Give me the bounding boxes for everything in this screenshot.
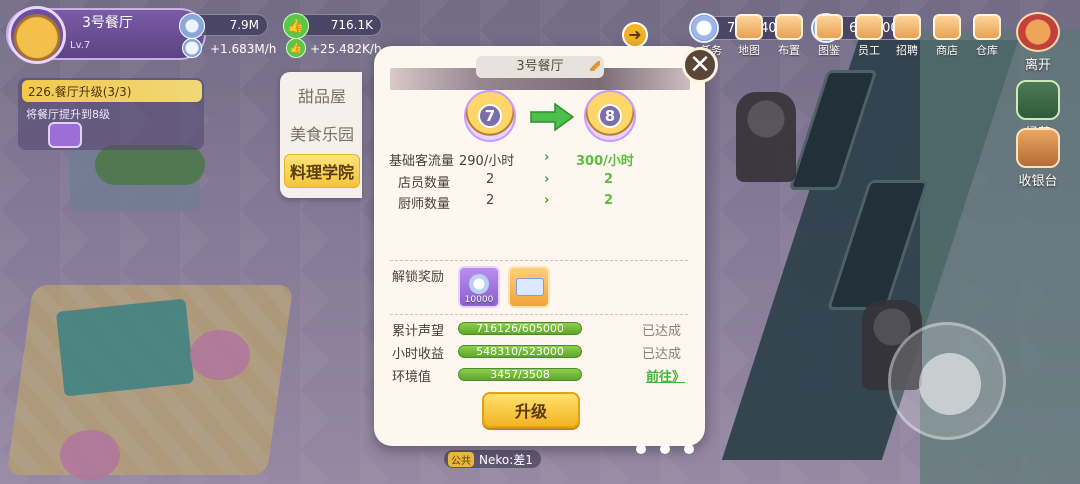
requirement-progress-bar: 548310/523000 — [458, 345, 582, 358]
reward-silver-plate[interactable]: 10000 — [458, 266, 500, 308]
chat-channel-tag: 公共 — [448, 451, 474, 467]
book-icon — [815, 14, 843, 40]
dialog-title: 3号餐厅 — [476, 56, 604, 78]
menu-collection[interactable]: 图鉴 — [812, 14, 846, 58]
close-icon: ✕ — [689, 50, 711, 80]
restaurant-bell-icon[interactable] — [8, 6, 66, 64]
stat-row: 基础客流量 290/小时 › 300/小时 — [388, 150, 634, 169]
cash-register-icon — [1016, 128, 1060, 168]
restaurant-tabs: 甜品屋 美食乐园 料理学院 — [280, 72, 362, 198]
green-arrow-icon — [530, 102, 575, 132]
chat-bar[interactable]: 公共 Neko:差1 — [444, 450, 541, 468]
cashier-button[interactable]: 收银台 — [1010, 128, 1066, 189]
coin-rate: +1.683M/h — [210, 42, 277, 56]
chat-more-icon[interactable] — [636, 444, 694, 454]
map-icon — [735, 14, 763, 40]
reward-label: 解锁奖励 — [392, 270, 445, 285]
chevron-right-icon: › — [544, 172, 550, 187]
recipe-card-icon — [516, 278, 544, 296]
requirement-progress-bar: 3457/3508 — [458, 368, 582, 381]
hand-pointer-icon — [919, 353, 981, 415]
menu-decorate[interactable]: 布置 — [772, 14, 806, 58]
upgrade-dialog: 3号餐厅 7 8 基础客流量 290/小时 › 300/小时 店员数量 2 › … — [374, 46, 705, 446]
divider — [390, 314, 688, 315]
virtual-joystick[interactable] — [888, 322, 1006, 440]
silver-plate-icon — [469, 274, 489, 294]
exit-door-icon — [1016, 12, 1060, 52]
menu-recruit[interactable]: 招聘 — [890, 14, 924, 58]
chat-message: Neko:差1 — [479, 452, 533, 467]
requirement-progress-bar: 716126/605000 — [458, 322, 582, 335]
coin-icon — [179, 13, 205, 39]
thumbs-up-icon: 👍 — [283, 13, 309, 39]
like-rate: +25.482K/h — [310, 42, 382, 56]
close-button[interactable]: ✕ — [682, 47, 718, 83]
like-counter: 👍 716.1K — [283, 13, 382, 39]
chevron-right-icon: › — [544, 193, 550, 208]
chevron-right-icon: › — [544, 150, 550, 165]
requirement-status: 已达成 — [642, 324, 682, 339]
menu-warehouse[interactable]: 仓库 — [970, 14, 1004, 58]
task-reward-icon — [48, 122, 82, 148]
coin-icon — [182, 38, 202, 58]
pencil-icon[interactable] — [590, 61, 600, 71]
upgrade-button[interactable]: 升级 — [482, 392, 580, 428]
current-level-icon: 7 — [464, 90, 516, 142]
requirement-status: 已达成 — [642, 347, 682, 362]
menu-staff[interactable]: 员工 — [852, 14, 886, 58]
stat-row: 店员数量 2 › 2 — [397, 172, 614, 191]
menu-map[interactable]: 地图 — [732, 14, 766, 58]
thumbs-up-icon: 👍 — [286, 38, 306, 58]
task-title: 226.餐厅升级(3/3) — [22, 80, 202, 102]
arrow-right-icon[interactable]: ➜ — [622, 22, 648, 48]
divider — [390, 260, 688, 261]
coin-counter: 7.9M — [179, 13, 268, 39]
recruit-icon — [893, 14, 921, 40]
chalkboard-icon — [1016, 80, 1060, 120]
next-level-icon: 8 — [584, 90, 636, 142]
tab-dessert-house[interactable]: 甜品屋 — [284, 78, 360, 112]
tab-cooking-academy[interactable]: 料理学院 — [284, 154, 360, 188]
restaurant-level: Lv.7 — [70, 40, 91, 51]
menu-shop[interactable]: 商店 — [930, 14, 964, 58]
goto-link[interactable]: 前往》 — [646, 366, 685, 385]
leave-button[interactable]: 离开 — [1010, 12, 1066, 73]
reward-recipe-card[interactable] — [508, 266, 550, 308]
tab-food-park[interactable]: 美食乐园 — [284, 116, 360, 150]
warehouse-icon — [973, 14, 1001, 40]
stat-row: 厨师数量 2 › 2 — [397, 193, 614, 212]
staff-icon — [855, 14, 883, 40]
shop-icon — [933, 14, 961, 40]
task-description: 将餐厅提升到8级 — [26, 108, 110, 121]
hammer-icon — [775, 14, 803, 40]
restaurant-name: 3号餐厅 — [82, 15, 133, 31]
